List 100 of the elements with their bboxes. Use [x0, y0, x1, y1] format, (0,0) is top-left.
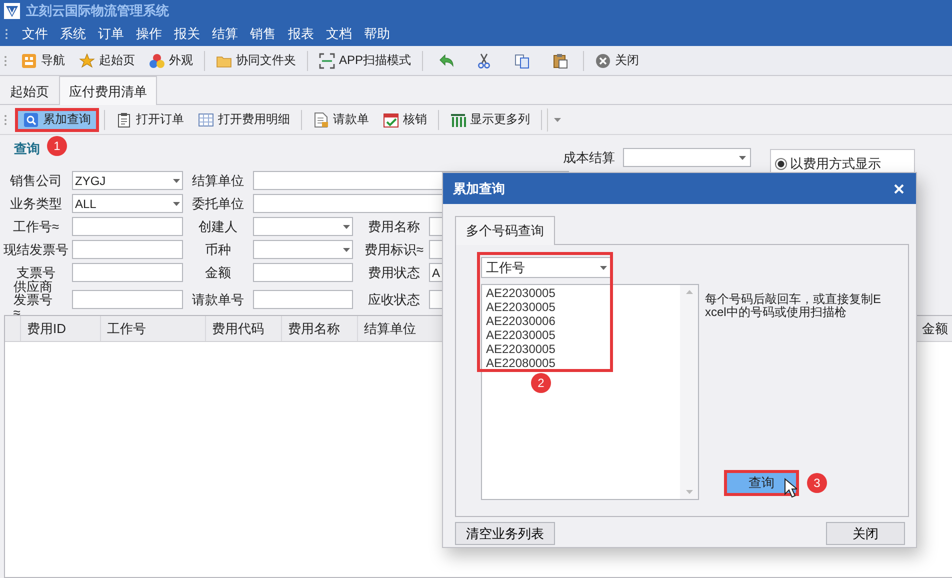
tab[interactable]: 应付费用清单	[59, 76, 157, 105]
input-field[interactable]	[253, 263, 353, 282]
color-balls-icon	[149, 52, 165, 68]
caret-icon	[173, 178, 180, 182]
dropdown-field[interactable]: 工作号	[481, 257, 612, 278]
hint-text: 每个号码后敲回车，或直接复制Excel中的号码或使用扫描枪	[705, 293, 882, 319]
radio-label: 以费用方式显示	[790, 155, 881, 173]
field-label: 工作号≈	[12, 220, 60, 233]
field-label: 现结发票号	[4, 243, 68, 256]
cursor-icon	[784, 478, 797, 498]
dropdown-field[interactable]	[253, 240, 353, 259]
toolbar-button[interactable]: 导航	[15, 48, 71, 72]
table-icon	[198, 112, 214, 128]
app-logo-icon	[4, 3, 20, 19]
menu-item[interactable]: 帮助	[358, 25, 396, 43]
dialog-button[interactable]: 关闭	[826, 522, 905, 545]
scrollbar[interactable]	[680, 285, 698, 499]
query-button[interactable]: 查询	[724, 470, 799, 496]
field-label: 金额	[205, 266, 231, 279]
clipboard-icon	[116, 112, 132, 128]
field-label: 请款单号	[192, 292, 244, 306]
input-field[interactable]	[72, 217, 183, 236]
field-label: 费用状态	[367, 266, 420, 279]
toolbar-button[interactable]: 显示更多列	[444, 108, 536, 132]
star-icon	[79, 52, 95, 68]
window-title: 立刻云国际物流管理系统	[26, 2, 169, 20]
calendar-check-icon	[383, 112, 399, 128]
toolbar-button[interactable]: 打开费用明细	[192, 108, 296, 132]
dialog-title: 累加查询	[453, 180, 505, 198]
step-badge: 3	[807, 473, 827, 493]
dialog-button[interactable]: 清空业务列表	[455, 522, 555, 545]
toolbar-button[interactable]: 打开订单	[110, 108, 190, 132]
undo-icon	[438, 52, 454, 68]
caret-icon	[739, 156, 746, 160]
field-label: 支票号	[16, 266, 56, 279]
field-label: 成本结算	[563, 151, 615, 164]
paste-icon	[552, 52, 568, 68]
close-button[interactable]	[892, 182, 906, 196]
dropdown-field[interactable]: ALL	[72, 194, 183, 213]
menu-item[interactable]: 操作	[130, 25, 168, 43]
tab[interactable]: 多个号码查询	[455, 216, 555, 245]
cut-icon	[476, 52, 492, 68]
section-title: 查询	[14, 140, 40, 158]
field-label: 委托单位	[192, 197, 244, 210]
toolbar-button[interactable]: 关闭	[589, 48, 646, 72]
radio-button[interactable]	[775, 158, 787, 170]
grip-icon	[5, 28, 8, 40]
column-header[interactable]: 工作号	[101, 316, 206, 341]
field-label: 币种	[205, 243, 231, 256]
column-header[interactable]: 费用代码	[206, 316, 282, 341]
menu-item[interactable]: 报表	[282, 25, 320, 43]
field-label: 费用标识≈	[363, 243, 424, 256]
copy-icon	[514, 52, 530, 68]
menu-item[interactable]: 销售	[244, 25, 282, 43]
toolbar-button[interactable]: 核销	[377, 108, 433, 132]
menu-item[interactable]: 订单	[92, 25, 130, 43]
field-label: 供应商发票号≈	[13, 280, 52, 318]
toolbar-button[interactable]: 协同文件夹	[210, 48, 302, 72]
caret-icon	[173, 202, 180, 206]
column-header[interactable]: 费用ID	[21, 316, 101, 341]
caret-icon	[343, 248, 350, 252]
menu-item[interactable]: 结算	[206, 25, 244, 43]
dropdown-field[interactable]	[253, 217, 353, 236]
dropdown-field[interactable]	[623, 148, 751, 167]
menu-item[interactable]: 系统	[54, 25, 92, 43]
field-label: 创建人	[198, 220, 238, 233]
grip-icon	[4, 54, 7, 66]
toolbar-button[interactable]: 起始页	[73, 48, 141, 72]
menu-item[interactable]: 报关	[168, 25, 206, 43]
dropdown-field[interactable]: ZYGJ	[72, 171, 183, 190]
columns-icon	[450, 112, 466, 128]
input-field[interactable]	[72, 290, 183, 308]
toolbar-button[interactable]: APP扫描模式	[313, 48, 418, 72]
step-badge: 1	[47, 136, 67, 156]
close-icon	[595, 52, 612, 68]
caret-icon	[554, 118, 561, 122]
caret-icon	[600, 266, 607, 270]
grid-icon	[21, 52, 37, 68]
close-icon	[894, 184, 904, 194]
input-field[interactable]	[253, 290, 353, 308]
input-field[interactable]	[72, 263, 183, 282]
field-label: 业务类型	[10, 197, 62, 210]
field-label: 费用名称	[367, 220, 420, 233]
scan-icon	[319, 52, 335, 68]
toolbar-button[interactable]: 累加查询	[15, 108, 99, 132]
field-label: 销售公司	[10, 174, 62, 187]
toolbar-button[interactable]: 请款单	[307, 108, 375, 132]
scroll-up-icon	[686, 290, 692, 294]
search-icon	[23, 112, 39, 128]
field-label: 结算单位	[192, 174, 244, 187]
toolbar-button[interactable]: 外观	[143, 48, 199, 72]
menu-item[interactable]: 文件	[16, 25, 54, 43]
document-icon	[313, 112, 329, 128]
tab[interactable]: 起始页	[0, 77, 59, 104]
input-field[interactable]	[72, 240, 183, 259]
column-header[interactable]: 金额	[916, 316, 952, 341]
field-label: 应收状态	[367, 292, 420, 306]
menu-item[interactable]: 文档	[320, 25, 358, 43]
column-header[interactable]: 费用名称	[282, 316, 358, 341]
scroll-down-icon	[686, 490, 692, 494]
